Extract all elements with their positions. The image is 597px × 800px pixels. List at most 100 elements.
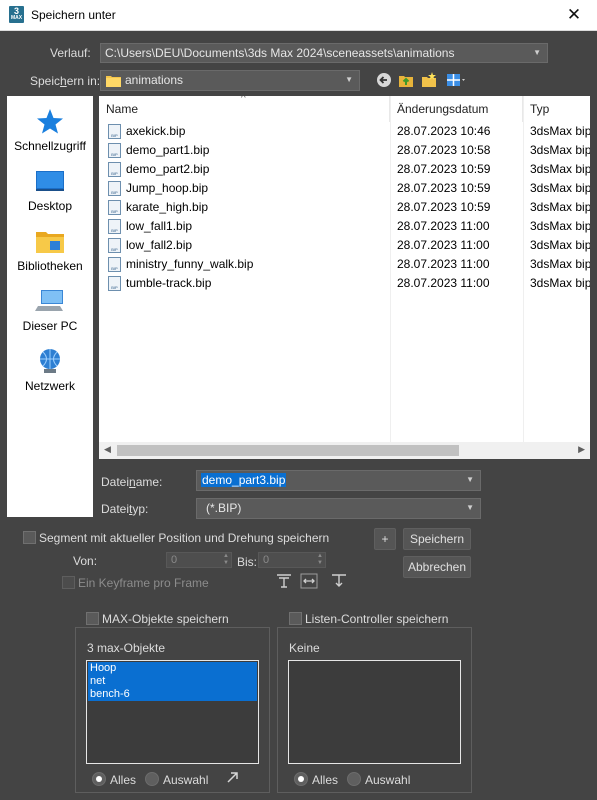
- chevron-down-icon[interactable]: ▼: [466, 471, 474, 489]
- radio-all[interactable]: [294, 772, 308, 786]
- file-row[interactable]: demo_part2.bip28.07.2023 10:593dsMax bip: [99, 160, 590, 179]
- list-controller-group: Keine Alles Auswahl: [277, 627, 472, 793]
- new-folder-icon[interactable]: [421, 72, 437, 88]
- keyframe-checkbox-label: Ein Keyframe pro Frame: [78, 576, 209, 590]
- parent-folder-icon[interactable]: [398, 72, 414, 88]
- column-header-type[interactable]: Typ: [523, 96, 590, 122]
- max-objects-checkbox-label: MAX-Objekte speichern: [102, 612, 229, 626]
- save-in-combo[interactable]: animations ▼: [100, 70, 360, 91]
- horizontal-scrollbar[interactable]: ◀ ▶: [99, 442, 590, 459]
- place-desktop[interactable]: Desktop: [7, 162, 93, 220]
- place-label: Dieser PC: [22, 319, 78, 333]
- file-row[interactable]: karate_high.bip28.07.2023 10:593dsMax bi…: [99, 198, 590, 217]
- place-this-pc[interactable]: Dieser PC: [7, 282, 93, 340]
- segment-checkbox[interactable]: [23, 531, 36, 544]
- scrollbar-thumb[interactable]: [117, 445, 459, 456]
- libraries-icon: [36, 232, 64, 253]
- file-row[interactable]: low_fall2.bip28.07.2023 11:003dsMax bip: [99, 236, 590, 255]
- to-value: 0: [263, 554, 270, 566]
- list-controller-checkbox-label: Listen-Controller speichern: [305, 612, 449, 626]
- filetype-value: (*.BIP): [206, 501, 242, 515]
- spinner-arrows-icon[interactable]: ▲ ▼: [223, 553, 229, 567]
- file-row[interactable]: axekick.bip28.07.2023 10:463dsMax bip: [99, 122, 590, 141]
- list-controller-checkbox[interactable]: [289, 612, 302, 625]
- folder-icon: [106, 76, 121, 87]
- place-label: Netzwerk: [24, 379, 75, 393]
- bip-file-icon: [108, 162, 121, 177]
- radio-selection-label: Auswahl: [365, 773, 411, 787]
- cancel-button[interactable]: Abbrechen: [403, 556, 471, 578]
- file-row[interactable]: tumble-track.bip28.07.2023 11:003dsMax b…: [99, 274, 590, 293]
- filetype-label: Dateityp:: [101, 502, 149, 516]
- radio-all[interactable]: [92, 772, 106, 786]
- radio-all-label: Alles: [110, 773, 137, 787]
- chevron-down-icon[interactable]: ▼: [345, 71, 353, 89]
- file-row[interactable]: Jump_hoop.bip28.07.2023 10:593dsMax bip: [99, 179, 590, 198]
- bip-file-icon: [108, 257, 121, 272]
- bip-file-icon: [108, 124, 121, 139]
- to-spinner[interactable]: 0 ▲ ▼: [258, 552, 326, 568]
- place-quick-access[interactable]: Schnellzugriff: [7, 102, 93, 160]
- history-label: Verlauf:: [50, 46, 91, 60]
- network-icon: [40, 349, 60, 373]
- filename-input[interactable]: demo_part3.bip ▼: [196, 470, 481, 491]
- spinner-arrows-icon[interactable]: ▲ ▼: [317, 553, 323, 567]
- list-item[interactable]: bench-6: [88, 688, 257, 701]
- chevron-down-icon[interactable]: ▼: [466, 499, 474, 517]
- keyframe-checkbox[interactable]: [62, 576, 75, 589]
- history-value: C:\Users\DEU\Documents\3ds Max 2024\scen…: [105, 46, 455, 60]
- filename-label: Dateiname:: [101, 475, 163, 489]
- radio-selection[interactable]: [347, 772, 361, 786]
- radio-all-label: Alles: [312, 773, 339, 787]
- radio-selection-label: Auswahl: [163, 773, 209, 787]
- column-header-name[interactable]: Name: [99, 96, 390, 122]
- key-range-start-icon[interactable]: [275, 573, 293, 589]
- scroll-left-icon[interactable]: ◀: [104, 444, 111, 455]
- max-objects-listbox[interactable]: Hoop net bench-6: [86, 660, 259, 764]
- close-icon[interactable]: ✕: [551, 0, 597, 31]
- desktop-icon: [36, 171, 64, 191]
- group-title: Keine: [289, 641, 320, 655]
- max-objects-checkbox[interactable]: [86, 612, 99, 625]
- file-row[interactable]: demo_part1.bip28.07.2023 10:583dsMax bip: [99, 141, 590, 160]
- column-header-date[interactable]: Änderungsdatum: [390, 96, 523, 122]
- group-title: 3 max-Objekte: [87, 641, 166, 655]
- computer-icon: [35, 290, 63, 311]
- history-combo[interactable]: C:\Users\DEU\Documents\3ds Max 2024\scen…: [100, 43, 548, 63]
- from-spinner[interactable]: 0 ▲ ▼: [166, 552, 232, 568]
- title-bar: 3 MAX Speichern unter ✕: [0, 0, 597, 31]
- window-title: Speichern unter: [31, 8, 116, 22]
- bip-file-icon: [108, 238, 121, 253]
- segment-checkbox-label: Segment mit aktueller Position und Drehu…: [39, 531, 330, 545]
- list-item[interactable]: Hoop: [88, 662, 257, 675]
- view-menu-icon[interactable]: [446, 72, 468, 88]
- 3ds-max-icon: 3 MAX: [9, 6, 24, 23]
- key-range-end-icon[interactable]: [330, 573, 348, 589]
- arrow-up-right-icon[interactable]: [226, 771, 239, 784]
- back-icon[interactable]: [376, 72, 392, 88]
- save-button[interactable]: Speichern: [403, 528, 471, 550]
- bip-file-icon: [108, 219, 121, 234]
- place-network[interactable]: Netzwerk: [7, 342, 93, 400]
- list-item[interactable]: net: [88, 675, 257, 688]
- filename-value: demo_part3.bip: [201, 473, 287, 487]
- bip-file-icon: [108, 200, 121, 215]
- place-libraries[interactable]: Bibliotheken: [7, 222, 93, 280]
- places-bar: Schnellzugriff Desktop Bibliotheken Dies…: [7, 96, 93, 517]
- scroll-right-icon[interactable]: ▶: [578, 444, 585, 455]
- place-label: Desktop: [27, 199, 73, 213]
- to-label: Bis:: [237, 555, 258, 569]
- file-list[interactable]: ^ Name Änderungsdatum Typ axekick.bip28.…: [99, 96, 590, 459]
- file-row[interactable]: low_fall1.bip28.07.2023 11:003dsMax bip: [99, 217, 590, 236]
- radio-selection[interactable]: [145, 772, 159, 786]
- save-in-value: animations: [125, 73, 184, 87]
- list-controller-listbox[interactable]: [288, 660, 461, 764]
- place-label: Schnellzugriff: [14, 139, 86, 153]
- key-range-all-icon[interactable]: [300, 573, 318, 589]
- file-row[interactable]: ministry_funny_walk.bip28.07.2023 11:003…: [99, 255, 590, 274]
- add-button[interactable]: +: [374, 528, 396, 550]
- chevron-down-icon[interactable]: ▼: [533, 44, 541, 62]
- from-label: Von:: [73, 554, 98, 568]
- filetype-select[interactable]: (*.BIP) ▼: [196, 498, 481, 519]
- star-icon: [37, 109, 63, 134]
